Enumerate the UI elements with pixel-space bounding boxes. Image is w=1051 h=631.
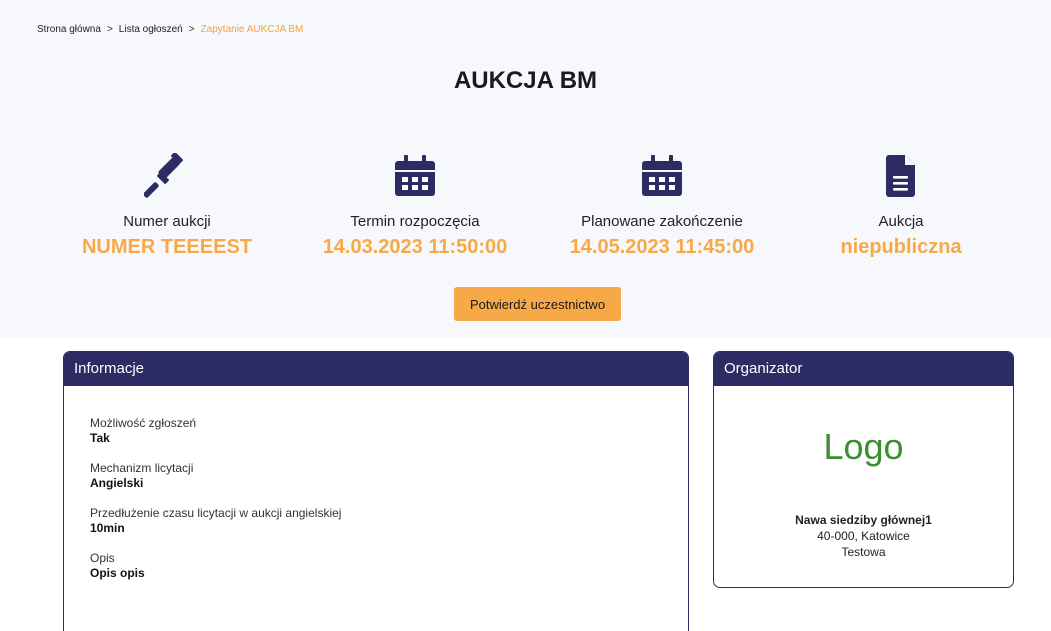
organizer-extra: Testowa <box>841 545 886 559</box>
stat-value: 14.03.2023 11:50:00 <box>322 236 508 258</box>
info-value: Opis opis <box>90 566 145 580</box>
stat-label: Planowane zakończenie <box>581 213 743 230</box>
document-icon <box>886 155 915 197</box>
organizer-address: Nawa siedziby głównej1 40-000, Katowice … <box>714 512 1013 560</box>
stat-auction-number: Numer aukcji NUMER TEEEEST <box>42 153 292 259</box>
breadcrumb-home[interactable]: Strona główna <box>37 24 101 35</box>
breadcrumb-separator: > <box>188 24 195 35</box>
info-list: Możliwość zgłoszeń Tak Mechanizm licytac… <box>64 386 688 580</box>
breadcrumb-current: Zapytanie AUKCJA BM <box>200 24 304 35</box>
stat-value: niepubliczna <box>840 236 962 258</box>
stat-end-date: Planowane zakończenie 14.05.2023 11:45:0… <box>537 153 787 259</box>
organizer-logo: Logo <box>823 426 904 467</box>
organizer-panel: Organizator Logo Nawa siedziby głównej1 … <box>713 351 1014 588</box>
calendar-icon <box>395 155 435 196</box>
breadcrumb: Strona główna > Lista ogłoszeń > Zapytanie A… <box>37 24 303 35</box>
auction-stats: Numer aukcji NUMER TEEEEST Termin rozpoc… <box>42 153 1042 273</box>
page-title: AUKCJA BM <box>453 67 598 94</box>
organizer-panel-title: Organizator <box>714 352 1013 386</box>
stat-value: 14.05.2023 11:45:00 <box>569 236 755 258</box>
stat-auction-type: Aukcja niepubliczna <box>776 153 1026 259</box>
info-item: Możliwość zgłoszeń Tak <box>90 416 688 445</box>
auction-hero: Strona główna > Lista ogłoszeń > Zapytanie A… <box>0 0 1051 337</box>
info-value: Angielski <box>90 476 144 490</box>
calendar-icon <box>642 155 682 196</box>
breadcrumb-separator: > <box>106 24 113 35</box>
stat-start-date: Termin rozpoczęcia 14.03.2023 11:50:00 <box>290 153 540 259</box>
stat-label: Termin rozpoczęcia <box>350 213 480 230</box>
info-key: Przedłużenie czasu licytacji w aukcji an… <box>90 506 342 520</box>
info-item: Przedłużenie czasu licytacji w aukcji an… <box>90 506 688 535</box>
info-item: Mechanizm licytacji Angielski <box>90 461 688 490</box>
info-key: Możliwość zgłoszeń <box>90 416 197 430</box>
auction-page: Strona główna > Lista ogłoszeń > Zapytanie A… <box>0 0 1051 631</box>
stat-value: NUMER TEEEEST <box>81 236 253 258</box>
info-value: Tak <box>90 431 110 445</box>
info-value: 10min <box>90 521 125 535</box>
info-key: Mechanizm licytacji <box>90 461 194 475</box>
gavel-icon <box>144 153 183 198</box>
info-panel-title: Informacje <box>64 352 688 386</box>
stat-label: Aukcja <box>878 213 924 230</box>
confirm-participation-button[interactable]: Potwierdź uczestnictwo <box>454 287 621 321</box>
breadcrumb-list[interactable]: Lista ogłoszeń <box>119 24 183 35</box>
info-panel: Informacje Możliwość zgłoszeń Tak Mechan… <box>63 351 689 631</box>
organizer-name: Nawa siedziby głównej1 <box>795 513 932 527</box>
stat-label: Numer aukcji <box>123 213 211 230</box>
info-item: Opis Opis opis <box>90 551 688 580</box>
info-key: Opis <box>90 551 115 565</box>
organizer-postal-city: 40-000, Katowice <box>817 529 910 543</box>
